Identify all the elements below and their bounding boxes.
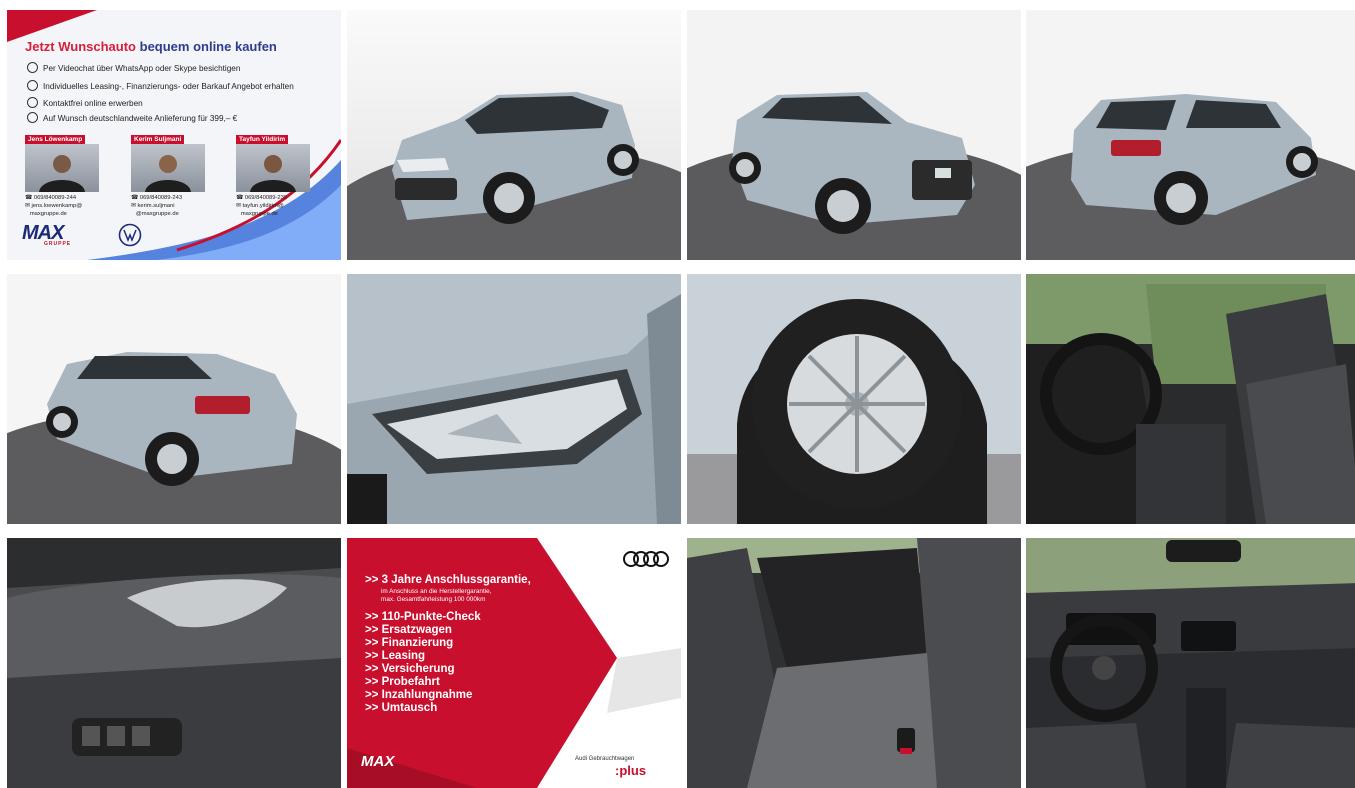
car-photo bbox=[687, 274, 1021, 524]
max-gruppe-logo: MAX bbox=[361, 753, 395, 770]
promo-headline: Jetzt Wunschauto bequem online kaufen bbox=[25, 39, 277, 54]
contact-photo bbox=[236, 144, 310, 192]
promo-item: >> Umtausch bbox=[365, 702, 438, 714]
phone-icon bbox=[27, 97, 38, 108]
gallery-tile-rear-seats[interactable] bbox=[687, 538, 1021, 788]
promo-item: >> Leasing bbox=[365, 650, 426, 662]
promo-subline: im Anschluss an die Herstellergarantie, bbox=[381, 588, 492, 595]
audi-plus-label: :plus bbox=[615, 763, 647, 778]
gallery-tile-car-rear-left[interactable] bbox=[1026, 10, 1355, 260]
photo-gallery-grid: Jetzt Wunschauto bequem online kaufen Pe… bbox=[0, 0, 1355, 788]
contact-photo bbox=[131, 144, 205, 192]
gallery-tile-promo-warranty[interactable]: >> 3 Jahre Anschlussgarantie, im Anschlu… bbox=[347, 538, 681, 788]
promo-bullet: Auf Wunsch deutschlandweite Anlieferung … bbox=[27, 112, 237, 123]
car-photo bbox=[1026, 538, 1355, 788]
contact-name: Tayfun Yildirim bbox=[236, 135, 289, 144]
car-photo bbox=[347, 274, 681, 524]
promo-item: >> Versicherung bbox=[365, 663, 455, 675]
document-icon bbox=[27, 80, 38, 91]
car-photo bbox=[1026, 10, 1355, 260]
gallery-tile-promo-contact[interactable]: Jetzt Wunschauto bequem online kaufen Pe… bbox=[7, 10, 341, 260]
gallery-tile-door-panel[interactable] bbox=[7, 538, 341, 788]
promo-subline: max. Gesamtfahrleistung 100 000km bbox=[381, 596, 486, 603]
gallery-tile-dashboard[interactable] bbox=[1026, 538, 1355, 788]
promo-item: >> 110-Punkte-Check bbox=[365, 611, 481, 623]
car-photo bbox=[347, 10, 681, 260]
max-gruppe-logo: MAX GRUPPE bbox=[22, 222, 72, 247]
location-pin-icon bbox=[27, 112, 38, 123]
contact-details: ☎ 069/840089-243 ✉ kerim.suljmani @maxgr… bbox=[131, 195, 183, 217]
audi-rings-icon bbox=[623, 551, 669, 567]
car-photo bbox=[687, 538, 1021, 788]
gallery-tile-headlight-closeup[interactable] bbox=[347, 274, 681, 524]
car-photo bbox=[1026, 274, 1355, 524]
promo-item: >> Finanzierung bbox=[365, 637, 454, 649]
promo-bullet: Kontaktfrei online erwerben bbox=[27, 97, 143, 108]
promo-item: >> Ersatzwagen bbox=[365, 624, 452, 636]
contact-name: Kerim Suljmani bbox=[131, 135, 185, 144]
promo-headline: >> 3 Jahre Anschlussgarantie, bbox=[365, 574, 531, 586]
gallery-tile-wheel-closeup[interactable] bbox=[687, 274, 1021, 524]
contact-name: Jens Löwenkamp bbox=[25, 135, 86, 144]
promo-bullet: Per Videochat über WhatsApp oder Skype b… bbox=[27, 62, 240, 73]
vw-logo-icon bbox=[118, 223, 142, 247]
chat-icon bbox=[27, 62, 38, 73]
promo-bullet: Individuelles Leasing-, Finanzierungs- o… bbox=[27, 80, 294, 91]
gallery-tile-car-rear-right[interactable] bbox=[7, 274, 341, 524]
promo-item: >> Probefahrt bbox=[365, 676, 440, 688]
car-photo bbox=[687, 10, 1021, 260]
contact-photo bbox=[25, 144, 99, 192]
gallery-tile-car-front-left[interactable] bbox=[347, 10, 681, 260]
contact-details: ☎ 069/840089-244 ✉ jens.loewenkamp@ maxg… bbox=[25, 195, 83, 217]
gallery-tile-car-front-right[interactable] bbox=[687, 10, 1021, 260]
contact-details: ☎ 069/840089-239 ✉ tayfun.yildirim@ maxg… bbox=[236, 195, 288, 217]
promo-item: >> Inzahlungnahme bbox=[365, 689, 473, 701]
audi-gebrauchtwagen-label: Audi Gebrauchtwagen bbox=[575, 756, 635, 762]
car-photo bbox=[7, 274, 341, 524]
gallery-tile-interior-front[interactable] bbox=[1026, 274, 1355, 524]
car-photo bbox=[7, 538, 341, 788]
